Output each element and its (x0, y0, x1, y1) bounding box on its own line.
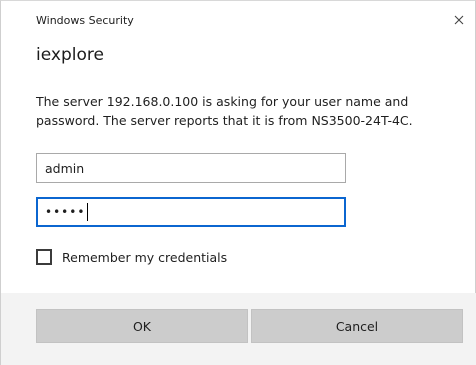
button-bar: OK Cancel (1, 293, 476, 365)
remember-label: Remember my credentials (62, 249, 228, 265)
message-text: The server 192.168.0.100 is asking for y… (36, 92, 456, 130)
window-title: Windows Security (36, 14, 134, 27)
remember-checkbox[interactable] (36, 249, 52, 265)
text-caret (87, 203, 89, 221)
remember-credentials-option[interactable]: Remember my credentials (36, 249, 227, 265)
credentials-dialog: Windows Security iexplore The server 192… (0, 0, 476, 365)
close-icon (454, 10, 464, 29)
ok-button[interactable]: OK (36, 309, 248, 343)
app-name: iexplore (36, 45, 104, 65)
message-line-2: password. The server reports that it is … (36, 113, 413, 128)
close-button[interactable] (451, 11, 467, 27)
cancel-button[interactable]: Cancel (251, 309, 463, 343)
username-value: admin (45, 160, 85, 176)
username-field[interactable]: admin (36, 153, 346, 183)
password-field[interactable]: ••••• (36, 197, 346, 227)
password-masked-value: ••••• (45, 205, 86, 219)
message-line-1: The server 192.168.0.100 is asking for y… (36, 94, 409, 109)
